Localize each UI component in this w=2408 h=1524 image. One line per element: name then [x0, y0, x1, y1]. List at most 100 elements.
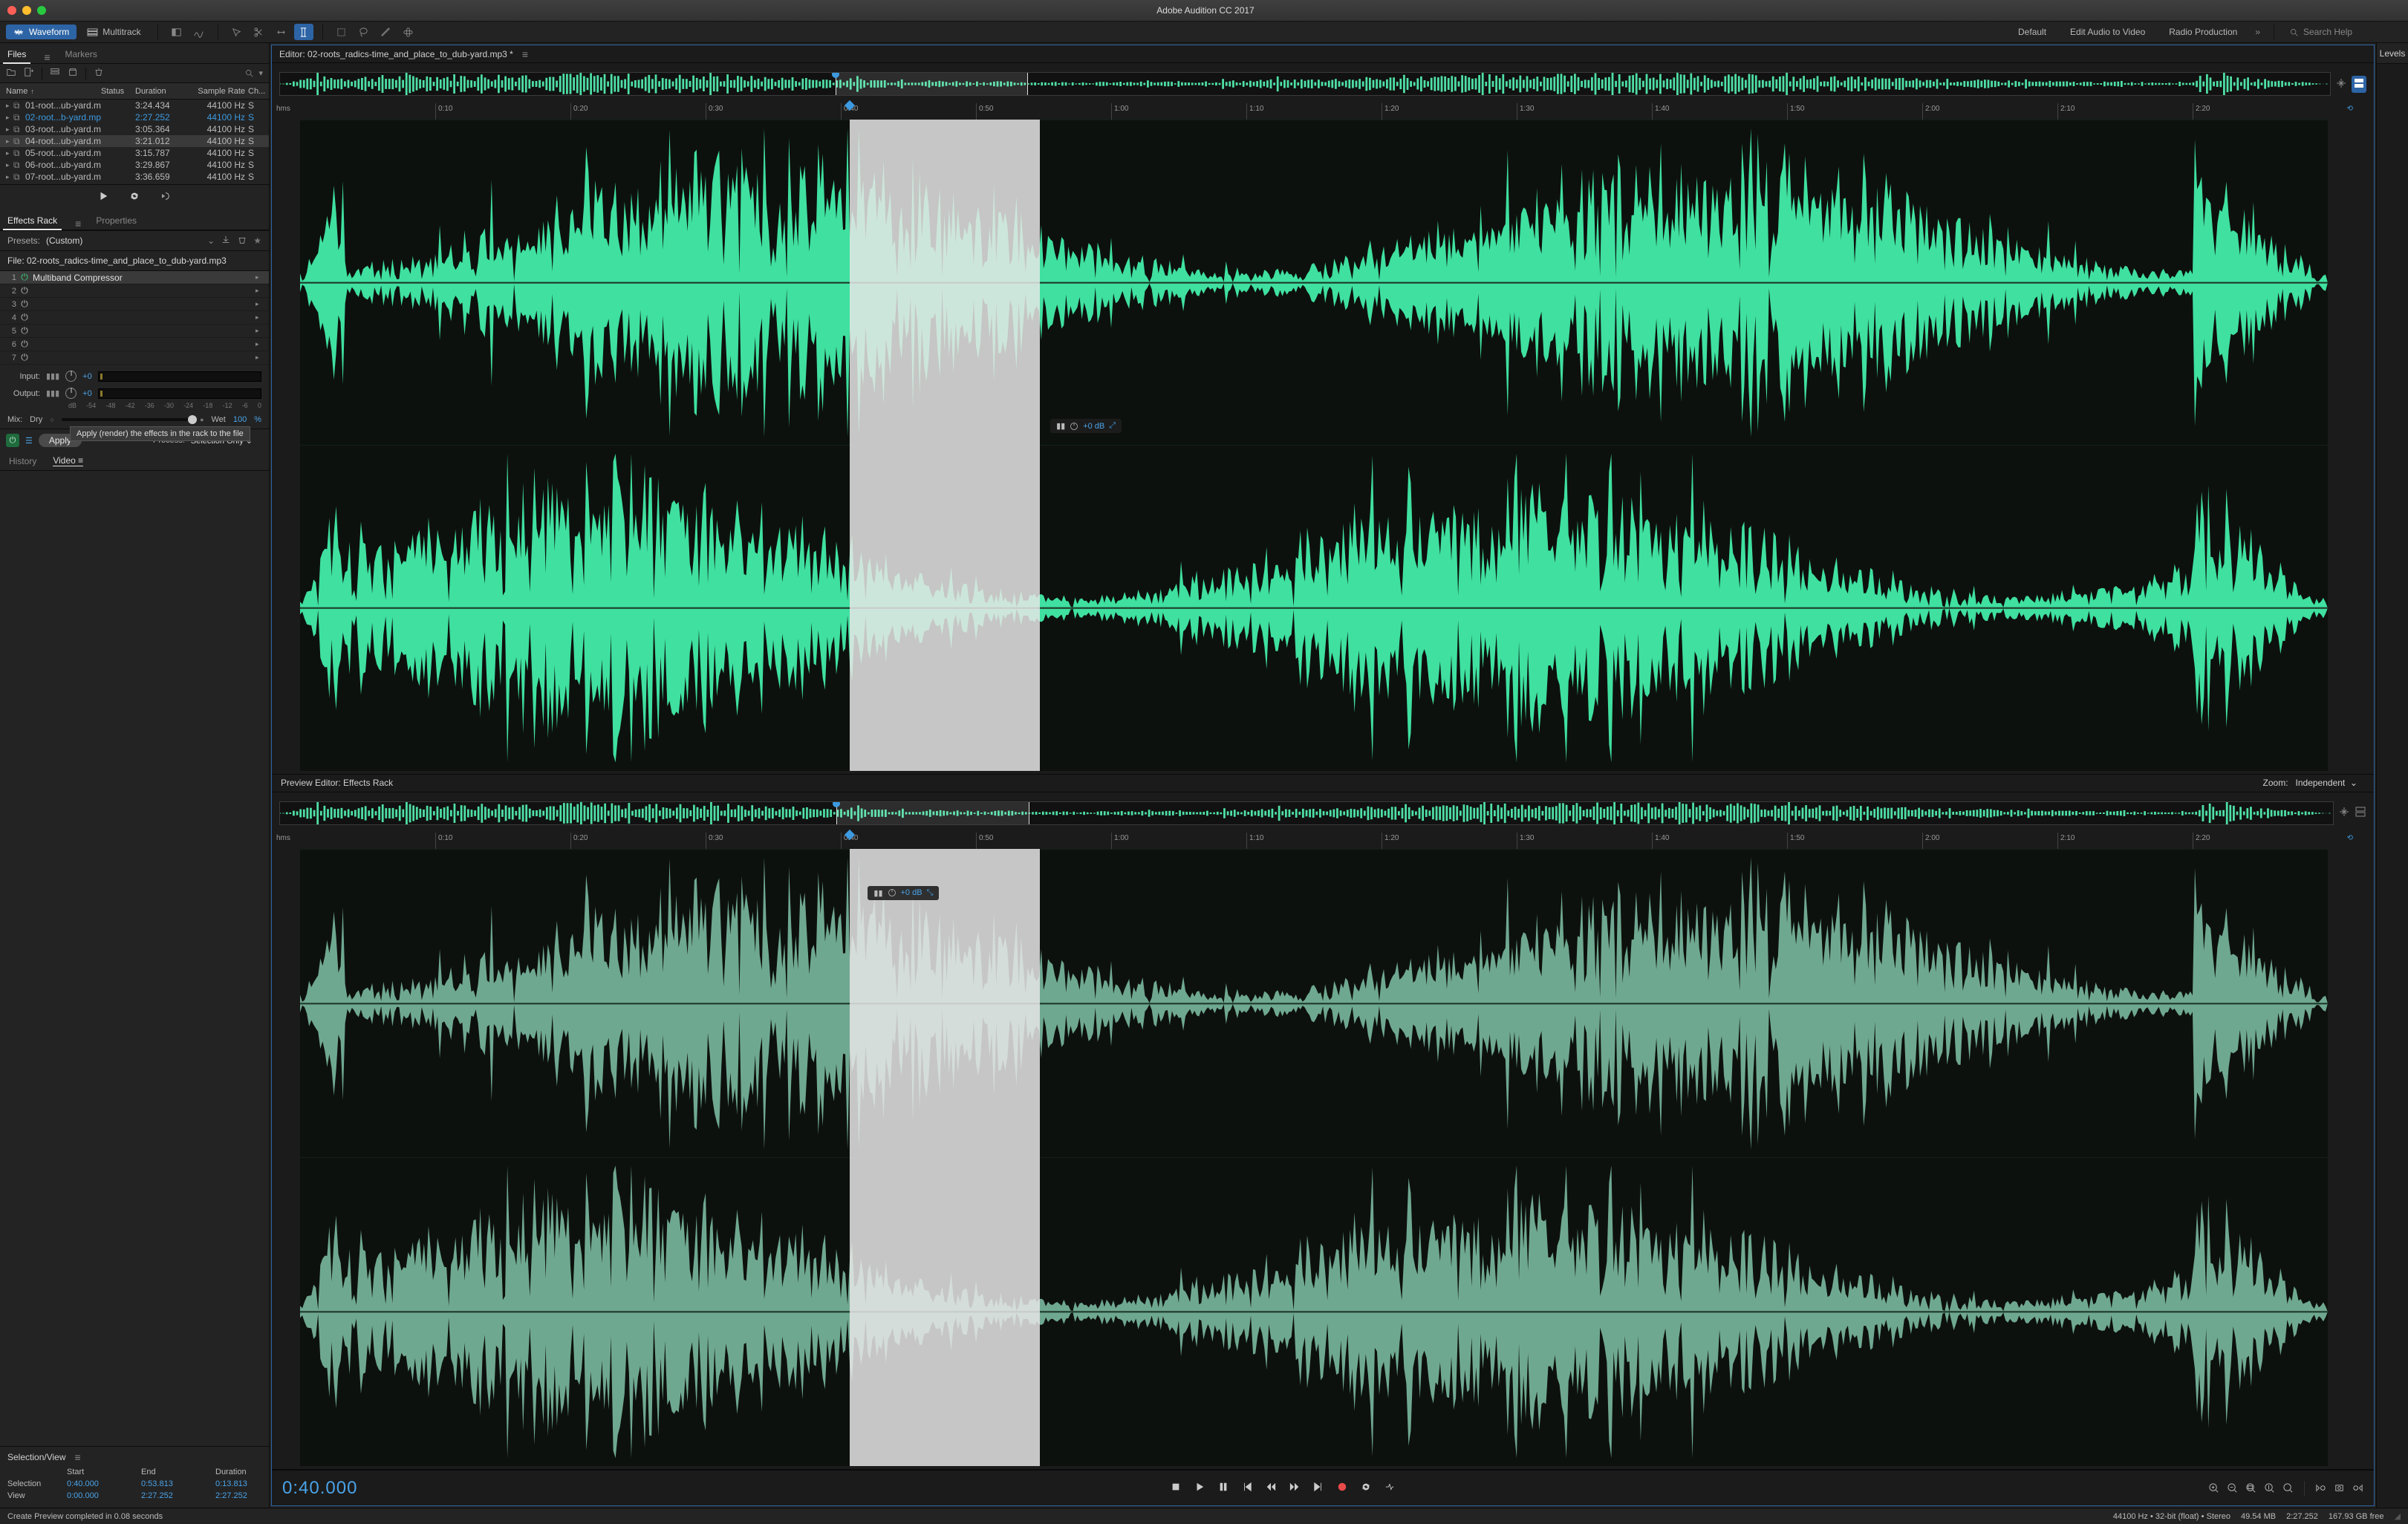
- mix-slider[interactable]: [62, 418, 192, 421]
- marquee-tool-icon[interactable]: [332, 24, 351, 40]
- properties-tab[interactable]: Properties: [94, 212, 138, 229]
- chevron-down-icon[interactable]: ⌄: [207, 235, 215, 246]
- fx-slot[interactable]: 7⏻▸: [0, 351, 269, 365]
- show-layers-icon[interactable]: [2352, 76, 2366, 93]
- file-row[interactable]: ▸⧉02-root...b-yard.mp3 *2:27.25244100 Hz…: [0, 111, 269, 123]
- play-button[interactable]: [1194, 1482, 1205, 1494]
- waveform-mode-button[interactable]: Waveform: [6, 25, 77, 39]
- view-start[interactable]: 0:00.000: [67, 1491, 134, 1500]
- fx-slot[interactable]: 2⏻▸: [0, 284, 269, 298]
- fx-slot[interactable]: 5⏻▸: [0, 325, 269, 338]
- search-help-field[interactable]: Search Help: [2283, 25, 2402, 39]
- preset-select[interactable]: (Custom): [46, 235, 201, 246]
- lasso-tool-icon[interactable]: [354, 24, 374, 40]
- workspace-edit-audio-video[interactable]: Edit Audio to Video: [2060, 25, 2155, 39]
- markers-tab[interactable]: Markers: [64, 45, 99, 63]
- skip-selection-button[interactable]: [1384, 1482, 1395, 1494]
- effects-rack-tab[interactable]: Effects Rack: [6, 212, 59, 229]
- preview-layers-icon[interactable]: [2355, 806, 2366, 820]
- fx-rack-view-icon[interactable]: ☰: [25, 436, 33, 446]
- video-tab[interactable]: Video ≡: [53, 455, 83, 466]
- stop-button[interactable]: [1171, 1482, 1181, 1494]
- fx-slot[interactable]: 6⏻▸: [0, 338, 269, 351]
- loop-marker-icon[interactable]: ⟲: [2347, 834, 2353, 842]
- preview-pan-icon[interactable]: [2338, 806, 2350, 820]
- file-row[interactable]: ▸⧉04-root...ub-yard.mp33:21.01244100 HzS: [0, 135, 269, 147]
- preview-waveform[interactable]: dB-3-6-9-12-15L-15-12-9-6-3dB dB-3-6-9-1…: [300, 849, 2328, 1466]
- hud-expand-icon[interactable]: ⤢: [1109, 421, 1116, 431]
- history-tab[interactable]: History: [9, 456, 36, 466]
- preview-play-icon[interactable]: [98, 191, 108, 203]
- zoom-in-time-icon[interactable]: [2208, 1482, 2219, 1494]
- go-to-start-button[interactable]: [1242, 1482, 1252, 1494]
- file-row[interactable]: ▸⧉06-root...ub-yard.mp33:29.86744100 HzS: [0, 159, 269, 171]
- zoom-reset-icon[interactable]: [2245, 1482, 2256, 1494]
- window-max-icon[interactable]: [37, 6, 46, 15]
- preview-autoplay-icon[interactable]: [160, 191, 171, 203]
- open-file-icon[interactable]: [6, 67, 16, 79]
- fx-slot[interactable]: 3⏻▸: [0, 298, 269, 311]
- new-file-icon[interactable]: [24, 67, 34, 79]
- pause-button[interactable]: [1218, 1482, 1229, 1494]
- sel-end[interactable]: 0:53.813: [141, 1479, 208, 1488]
- multitrack-mode-button[interactable]: Multitrack: [79, 25, 148, 39]
- mix-percent[interactable]: 100: [233, 415, 247, 424]
- main-waveform[interactable]: dB-3-6-9-12-15L-15-12-9-6-3dB dB-3-6-9-1…: [300, 120, 2328, 771]
- fx-rack-power-button[interactable]: ⏻: [6, 434, 19, 447]
- file-row[interactable]: ▸⧉07-root...ub-yard.mp33:36.65944100 HzS: [0, 171, 269, 183]
- files-tab[interactable]: Files: [6, 45, 27, 63]
- zoom-mode-select[interactable]: Independent ⌄: [2288, 776, 2365, 789]
- output-gain-value[interactable]: +0: [82, 389, 92, 398]
- preview-volume-hud[interactable]: ▮▮ +0 dB ⤡: [868, 886, 939, 900]
- preview-overview-waveform[interactable]: [279, 801, 2334, 825]
- window-min-icon[interactable]: [22, 6, 31, 15]
- close-file-icon[interactable]: [68, 67, 78, 79]
- view-end[interactable]: 2:27.252: [141, 1491, 208, 1500]
- overview-waveform[interactable]: [279, 72, 2331, 96]
- hud-collapse-icon[interactable]: ⤡: [927, 888, 934, 898]
- workspace-overflow-icon[interactable]: »: [2251, 27, 2265, 37]
- window-close-icon[interactable]: [7, 6, 16, 15]
- files-column-header[interactable]: Name ↑ Status Duration Sample Rate Ch...: [0, 83, 269, 100]
- pan-spectral-icon[interactable]: [2335, 77, 2347, 91]
- selection-view-menu-icon[interactable]: ≡: [75, 1451, 81, 1463]
- workspace-radio-production[interactable]: Radio Production: [2158, 25, 2248, 39]
- levels-tab[interactable]: Levels: [2377, 43, 2408, 64]
- input-gain-value[interactable]: +0: [82, 372, 92, 381]
- loop-marker-icon[interactable]: ⟲: [2347, 105, 2353, 113]
- preview-loop-icon[interactable]: [129, 191, 140, 203]
- file-row[interactable]: ▸⧉05-root...ub-yard.mp33:15.78744100 HzS: [0, 147, 269, 159]
- zoom-out-time-icon[interactable]: [2227, 1482, 2238, 1494]
- delete-file-icon[interactable]: [94, 67, 104, 79]
- time-ruler[interactable]: hms ⟲ 0:100:200:300:400:501:001:101:201:…: [300, 103, 2328, 120]
- file-list[interactable]: ▸⧉01-root...ub-yard.mp33:24.43444100 HzS…: [0, 100, 269, 184]
- razor-tool-icon[interactable]: [250, 24, 269, 40]
- preview-time-ruler[interactable]: hms ⟲ 0:100:200:300:400:501:001:101:201:…: [300, 833, 2328, 849]
- delete-preset-icon[interactable]: [237, 235, 247, 247]
- spectral-toggle-icon[interactable]: [189, 24, 209, 40]
- sel-start[interactable]: 0:40.000: [67, 1479, 134, 1488]
- favorite-preset-icon[interactable]: ★: [253, 235, 261, 246]
- time-select-tool-icon[interactable]: [294, 24, 313, 40]
- files-panel-menu-icon[interactable]: ≡: [44, 51, 50, 63]
- slip-tool-icon[interactable]: [272, 24, 291, 40]
- zoom-in-amp-icon[interactable]: [2264, 1482, 2275, 1494]
- zoom-to-sel-out-icon[interactable]: [2352, 1482, 2363, 1494]
- move-tool-icon[interactable]: [227, 24, 247, 40]
- insert-to-multitrack-icon[interactable]: [50, 67, 60, 79]
- editor-menu-icon[interactable]: ≡: [522, 48, 528, 60]
- volume-hud[interactable]: ▮▮ +0 dB ⤢: [1050, 419, 1122, 433]
- zoom-to-sel-in-icon[interactable]: [2315, 1482, 2326, 1494]
- file-row[interactable]: ▸⧉01-root...ub-yard.mp33:24.43444100 HzS: [0, 100, 269, 111]
- file-row[interactable]: ▸⧉03-root...ub-yard.mp33:05.36444100 HzS: [0, 123, 269, 135]
- go-to-end-button[interactable]: [1313, 1482, 1324, 1494]
- output-gain-knob[interactable]: [65, 388, 77, 399]
- save-preset-icon[interactable]: [221, 235, 231, 247]
- brush-tool-icon[interactable]: [377, 24, 396, 40]
- hud-toggle-icon[interactable]: [167, 24, 186, 40]
- timecode[interactable]: 0:40.000: [282, 1478, 357, 1499]
- loop-button[interactable]: [1361, 1482, 1371, 1494]
- zoom-to-selection-icon[interactable]: [2334, 1482, 2345, 1494]
- effects-rack-menu-icon[interactable]: ≡: [75, 218, 81, 229]
- zoom-out-amp-icon[interactable]: [2282, 1482, 2294, 1494]
